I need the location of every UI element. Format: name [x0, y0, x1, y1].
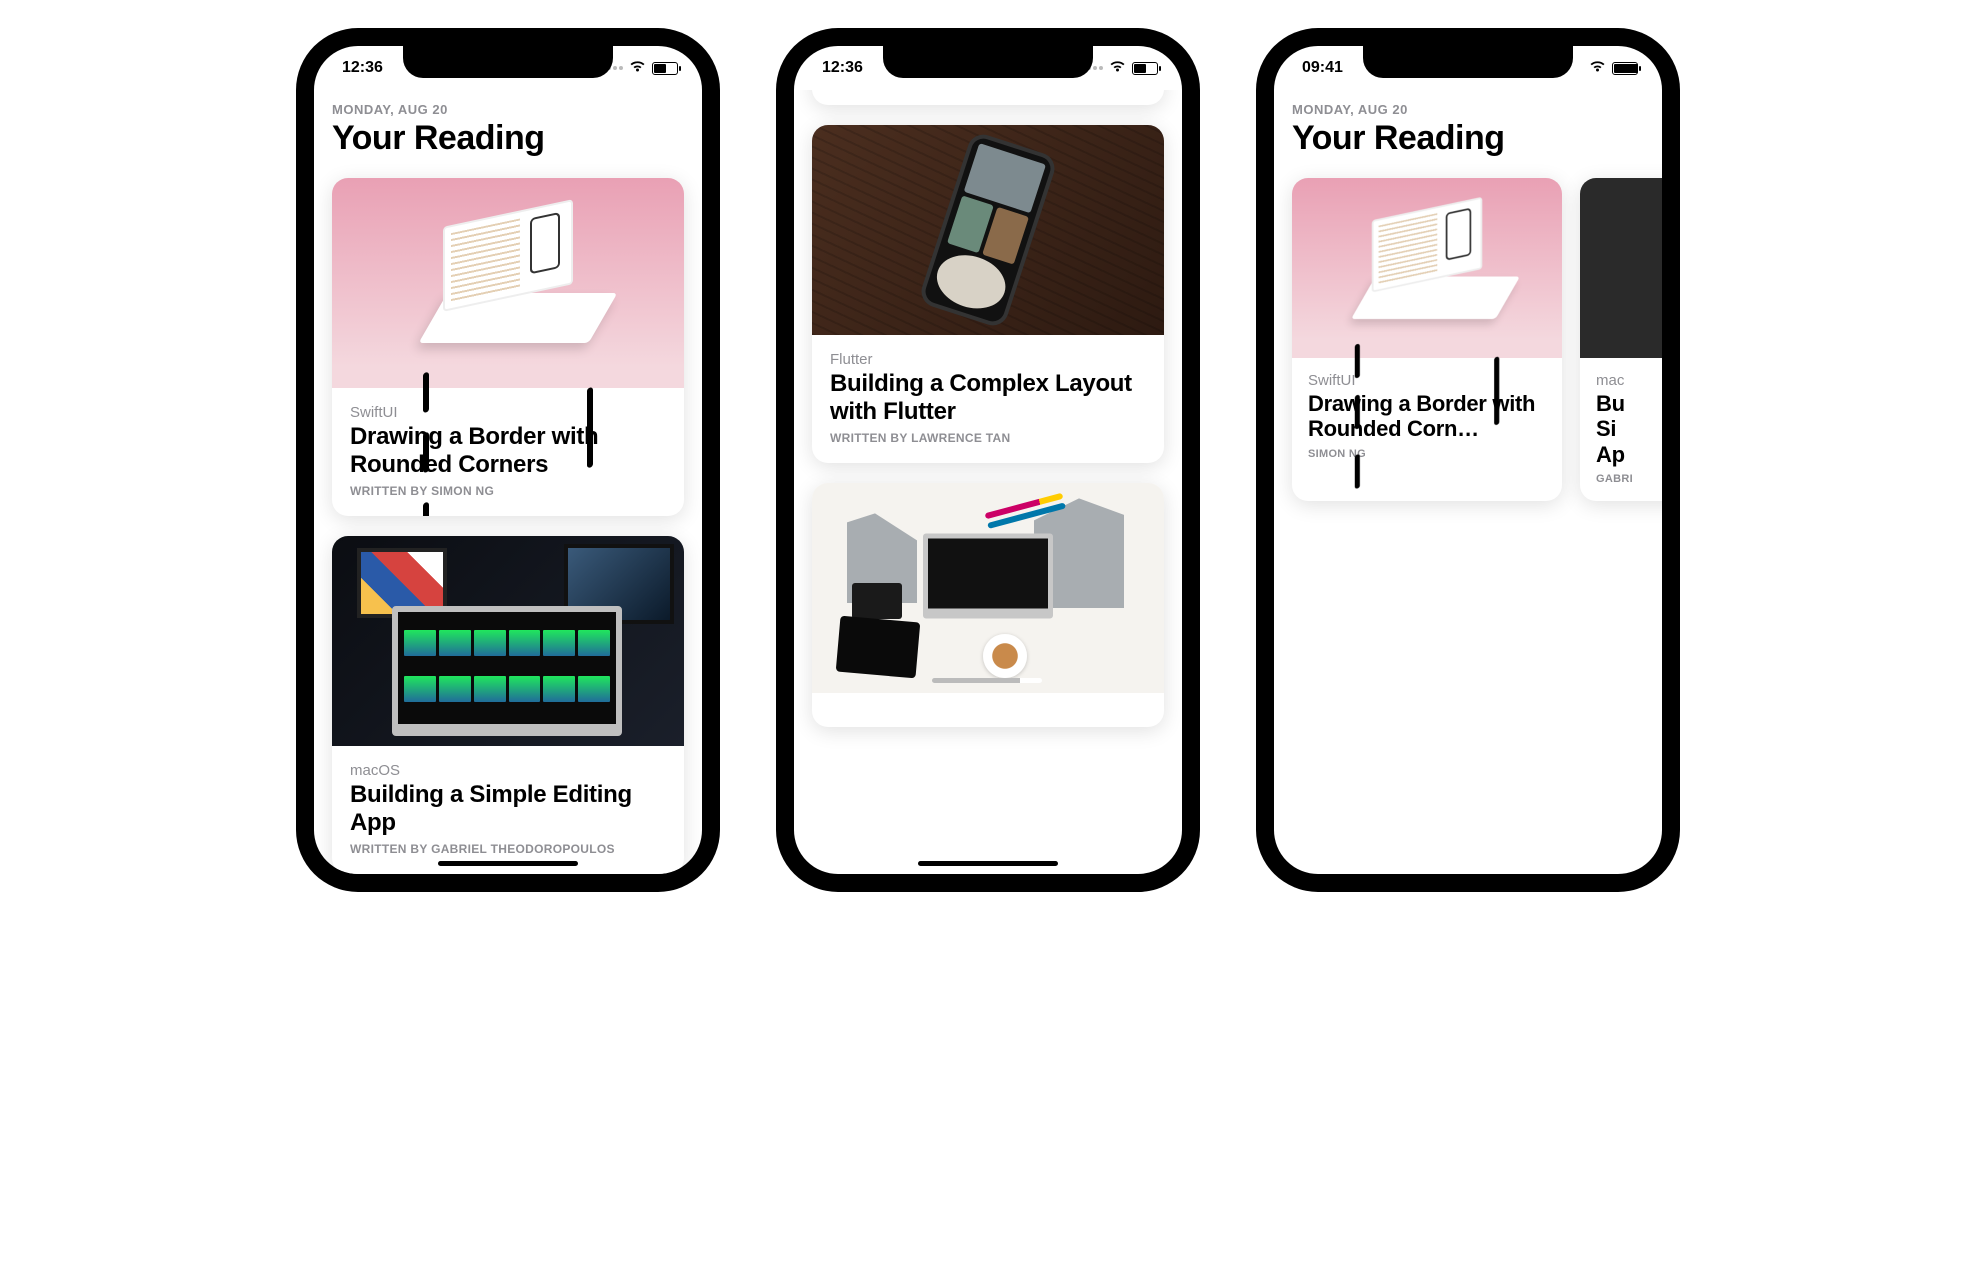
card-image: [1292, 178, 1562, 358]
battery-icon: [652, 62, 678, 75]
horizontal-card-scroll[interactable]: SwiftUI Drawing a Border with Rounded Co…: [1292, 178, 1644, 501]
article-card[interactable]: macOS Building a Simple Editing App WRIT…: [332, 536, 684, 874]
card-author: WRITTEN BY SIMON NG: [350, 484, 666, 498]
main-scroll[interactable]: MONDAY, AUG 20 Your Reading SwiftUI Draw…: [1274, 90, 1662, 874]
card-title: Bu Si Ap: [1596, 391, 1662, 467]
card-category: SwiftUI: [350, 404, 666, 421]
notch: [1363, 46, 1573, 78]
wifi-icon: [1589, 60, 1606, 77]
card-image: [812, 125, 1164, 335]
status-time: 12:36: [822, 59, 863, 77]
wifi-icon: [629, 60, 646, 77]
card-title: Building a Complex Layout with Flutter: [830, 370, 1146, 425]
main-scroll[interactable]: MONDAY, AUG 20 Your Reading SwiftUI Draw…: [314, 90, 702, 874]
date-label: MONDAY, AUG 20: [1292, 102, 1644, 117]
card-author: GABRI: [1596, 473, 1662, 485]
card-image: [332, 536, 684, 746]
page-title: Your Reading: [1292, 119, 1644, 158]
article-card[interactable]: [812, 483, 1164, 727]
notch: [883, 46, 1093, 78]
wifi-icon: [1109, 60, 1126, 77]
notch: [403, 46, 613, 78]
article-card[interactable]: SwiftUI Drawing a Border with Rounded Co…: [332, 178, 684, 516]
card-image: [1580, 178, 1662, 358]
card-title: Drawing a Border with Rounded Corners: [350, 423, 666, 478]
status-time: 12:36: [342, 59, 383, 77]
card-image: [812, 483, 1164, 693]
card-title: Drawing a Border with Rounded Corn…: [1308, 391, 1546, 442]
status-time: 09:41: [1302, 59, 1343, 77]
card-category: mac: [1596, 372, 1662, 389]
card-title: Building a Simple Editing App: [350, 781, 666, 836]
battery-icon: [1132, 62, 1158, 75]
card-author: WRITTEN BY GABRIEL THEODOROPOULOS: [350, 842, 666, 856]
phone-mockup-2: 12:36 macOS Building a Simple Editing Ap…: [778, 30, 1198, 890]
card-category: Flutter: [830, 351, 1146, 368]
home-indicator[interactable]: [918, 861, 1058, 866]
main-scroll[interactable]: macOS Building a Simple Editing App WRIT…: [794, 90, 1182, 874]
card-image: [332, 178, 684, 388]
card-category: macOS: [350, 762, 666, 779]
card-category: SwiftUI: [1308, 372, 1546, 389]
phone-mockup-1: 12:36 MONDAY, AUG 20 Your Reading Swif: [298, 30, 718, 890]
article-card[interactable]: SwiftUI Drawing a Border with Rounded Co…: [1292, 178, 1562, 501]
article-card[interactable]: macOS Building a Simple Editing App WRIT…: [812, 90, 1164, 105]
page-title: Your Reading: [332, 119, 684, 158]
article-card[interactable]: Flutter Building a Complex Layout with F…: [812, 125, 1164, 463]
date-label: MONDAY, AUG 20: [332, 102, 684, 117]
phone-mockup-3: 09:41 MONDAY, AUG 20 Your Reading SwiftU…: [1258, 30, 1678, 890]
card-author: WRITTEN BY LAWRENCE TAN: [830, 431, 1146, 445]
battery-icon: [1612, 62, 1638, 75]
article-card[interactable]: mac Bu Si Ap GABRI: [1580, 178, 1662, 501]
home-indicator[interactable]: [438, 861, 578, 866]
card-author: SIMON NG: [1308, 448, 1546, 460]
